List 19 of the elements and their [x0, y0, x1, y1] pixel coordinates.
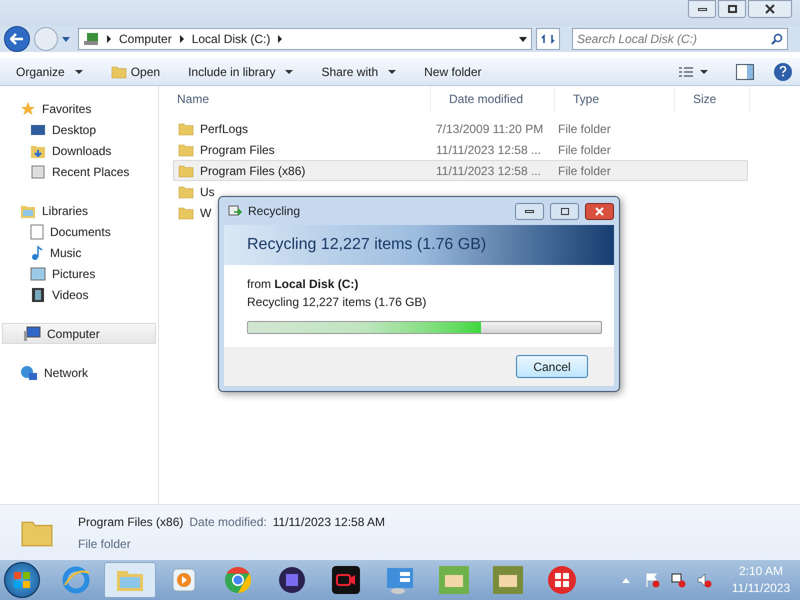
date-modified: 11/11/2023 12:58 ... [436, 142, 541, 156]
date-modified: 7/13/2009 11:20 PM [436, 122, 544, 136]
file-type: File folder [558, 164, 611, 178]
dialog-heading: Recycling 12,227 items (1.76 GB) [247, 235, 486, 255]
file-name: Program Files (x86) [200, 162, 306, 180]
item-type: File folder [78, 536, 132, 552]
file-name: W [200, 204, 212, 222]
file-name: Us [200, 184, 215, 200]
file-type: File folder [558, 142, 611, 156]
progress-text: Recycling 12,227 items (1.76 GB) [247, 294, 428, 311]
file-name: PerfLogs [200, 120, 248, 138]
date-label: Date modified: [189, 514, 267, 530]
dialog-title: Recycling [248, 203, 300, 220]
file-name: Program Files [200, 142, 275, 158]
date-value: 11/11/2023 12:58 AM [272, 514, 386, 530]
date-modified: 11/11/2023 12:58 ... [436, 164, 541, 178]
source-text: from Local Disk (C:) [247, 276, 360, 293]
file-type: File folder [558, 122, 611, 136]
selected-item-name: Program Files (x86) [78, 514, 184, 530]
